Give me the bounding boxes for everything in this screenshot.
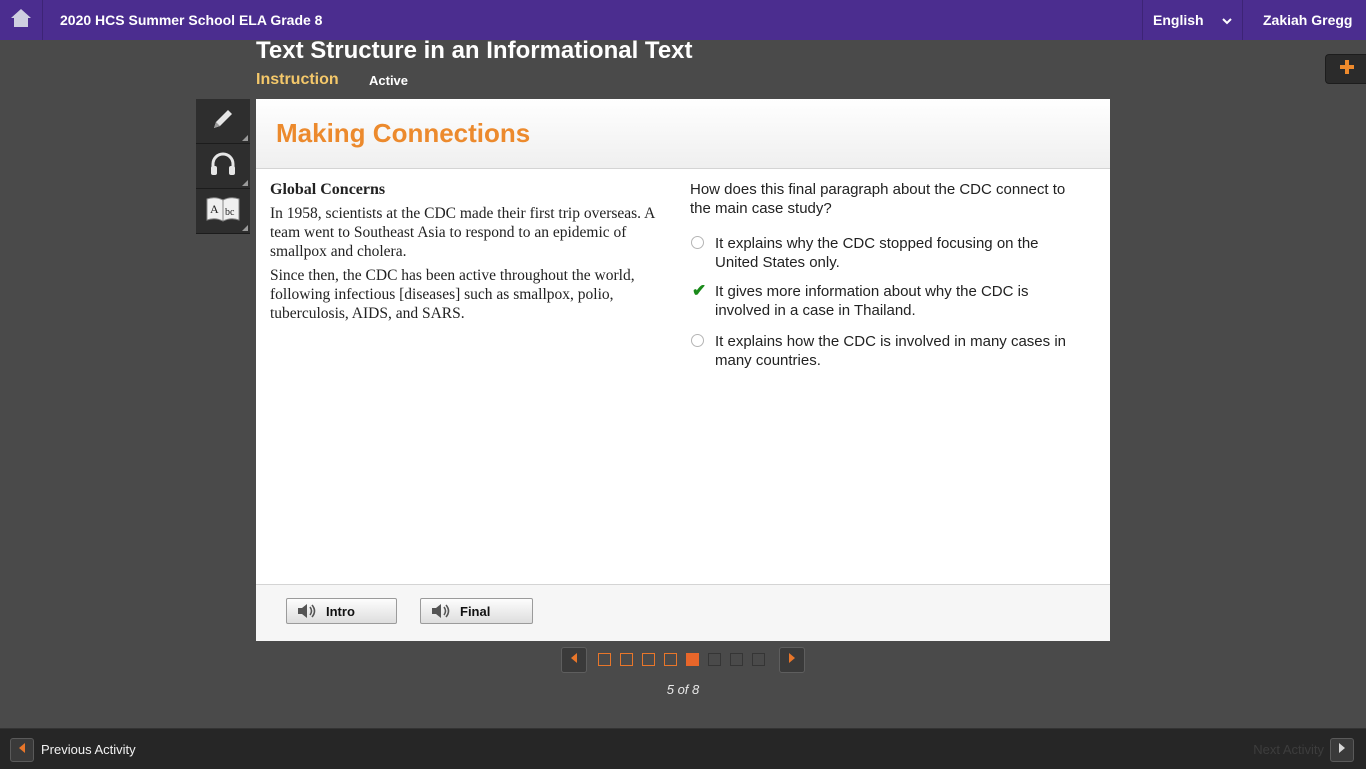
plus-icon [1339, 59, 1355, 80]
speaker-icon [297, 602, 317, 620]
headphones-icon [209, 152, 237, 181]
dictionary-tool-button[interactable]: Abc [196, 189, 250, 234]
card-header: Making Connections [256, 99, 1110, 169]
tool-rail: Abc [196, 99, 250, 234]
bottom-bar: Previous Activity Next Activity [0, 728, 1366, 769]
final-audio-button[interactable]: Final [420, 598, 533, 624]
language-select[interactable]: English [1142, 0, 1243, 40]
answer-choices: It explains why the CDC stopped focusing… [690, 234, 1082, 370]
pager-next-button[interactable] [779, 647, 805, 673]
status-label: Active [369, 73, 409, 88]
final-audio-label: Final [460, 603, 491, 619]
top-bar: 2020 HCS Summer School ELA Grade 8 Engli… [0, 0, 1366, 40]
previous-activity-label[interactable]: Previous Activity [41, 742, 136, 757]
intro-audio-label: Intro [326, 603, 355, 619]
activity-card: Making Connections Global Concerns In 19… [256, 99, 1110, 641]
answer-text: It gives more information about why the … [715, 283, 1029, 319]
passage-heading: Global Concerns [270, 181, 386, 198]
caret-left-icon [569, 651, 579, 669]
user-menu[interactable]: Zakiah Gregg [1263, 12, 1352, 28]
checkmark-icon: ✔ [692, 281, 707, 300]
next-activity-button[interactable] [1330, 738, 1354, 762]
pager-prev-button[interactable] [561, 647, 587, 673]
caret-left-icon [17, 741, 27, 759]
language-value: English [1153, 12, 1204, 28]
radio-button[interactable] [691, 334, 704, 347]
answer-choice[interactable]: It explains why the CDC stopped focusing… [690, 234, 1082, 272]
svg-text:A: A [210, 202, 219, 216]
page-indicator[interactable] [642, 653, 655, 666]
notes-tool-button[interactable] [196, 99, 250, 144]
previous-activity-button[interactable] [10, 738, 34, 762]
page-indicator[interactable] [752, 653, 765, 666]
reading-passage: Global Concerns In 1958, scientists at t… [270, 180, 676, 328]
audio-tool-button[interactable] [196, 144, 250, 189]
pencil-icon [210, 106, 236, 137]
speaker-icon [431, 602, 451, 620]
tool-corner [242, 135, 248, 141]
home-icon [10, 8, 32, 33]
intro-audio-button[interactable]: Intro [286, 598, 397, 624]
passage-paragraph: Since then, the CDC has been active thro… [270, 267, 635, 322]
page-indicator[interactable] [708, 653, 721, 666]
card-title: Making Connections [276, 118, 531, 148]
course-title: 2020 HCS Summer School ELA Grade 8 [60, 12, 323, 28]
page-indicator-current[interactable] [686, 653, 699, 666]
page-indicator[interactable] [620, 653, 633, 666]
expand-button[interactable] [1325, 54, 1366, 84]
page-count: 5 of 8 [666, 682, 700, 697]
caret-right-icon [1337, 741, 1347, 759]
dictionary-icon: Abc [205, 196, 241, 227]
svg-text:bc: bc [225, 207, 235, 218]
card-footer: Intro Final [256, 584, 1110, 641]
tool-corner [242, 225, 248, 231]
answer-text: It explains why the CDC stopped focusing… [715, 235, 1039, 271]
page-indicator[interactable] [598, 653, 611, 666]
radio-button[interactable] [691, 236, 704, 249]
tool-corner [242, 180, 248, 186]
answer-text: It explains how the CDC is involved in m… [715, 333, 1066, 369]
lesson-title: Text Structure in an Informational Text [256, 37, 693, 64]
caret-right-icon [787, 651, 797, 669]
passage-paragraph: In 1958, scientists at the CDC made thei… [270, 205, 655, 260]
answer-choice[interactable]: It explains how the CDC is involved in m… [690, 332, 1082, 370]
tab-instruction[interactable]: Instruction [256, 71, 339, 89]
question-text: How does this final paragraph about the … [690, 181, 1066, 217]
next-activity-label: Next Activity [1253, 742, 1324, 757]
home-button[interactable] [0, 0, 43, 40]
page-indicator[interactable] [664, 653, 677, 666]
page-indicator[interactable] [730, 653, 743, 666]
answer-choice-selected[interactable]: ✔ It gives more information about why th… [690, 281, 1082, 320]
chevron-down-icon [1222, 13, 1232, 31]
